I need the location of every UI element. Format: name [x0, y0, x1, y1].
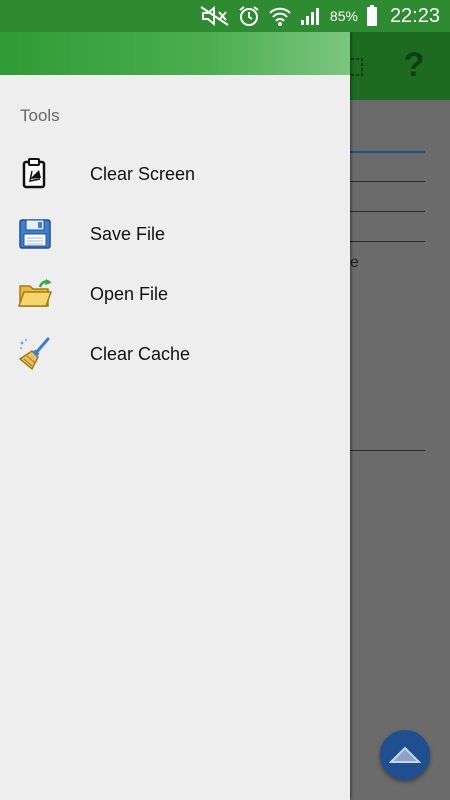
- menu-item-clear-cache[interactable]: Clear Cache: [0, 325, 350, 385]
- alarm-icon: [238, 5, 260, 27]
- help-icon[interactable]: ?: [400, 48, 428, 82]
- floppy-disk-icon: [18, 217, 52, 251]
- drawer-section-title: Tools: [20, 106, 60, 125]
- menu-item-open-file[interactable]: Open File: [0, 265, 350, 325]
- menu-item-label: Save File: [90, 224, 166, 244]
- menu-item-label: Clear Screen: [90, 164, 196, 184]
- status-icons: 85% 22:23: [200, 0, 440, 32]
- menu-item-label: Open File: [90, 284, 169, 304]
- clipboard-icon: [18, 157, 52, 191]
- menu-item-label: Clear Cache: [90, 344, 191, 364]
- battery-icon: [366, 5, 378, 27]
- divider-line: [350, 450, 425, 451]
- open-folder-icon: [17, 277, 53, 311]
- divider-line: [350, 241, 425, 242]
- menu-item-save-file[interactable]: Save File: [0, 205, 350, 265]
- scroll-top-button[interactable]: [380, 730, 430, 780]
- broom-icon: [18, 337, 52, 371]
- divider-line: [350, 211, 425, 212]
- divider-line: [350, 181, 425, 182]
- mute-icon: [200, 6, 230, 26]
- divider-line: [350, 151, 425, 153]
- wifi-icon: [268, 5, 292, 27]
- drawer-header: [0, 32, 350, 75]
- battery-percent: 85%: [329, 8, 358, 24]
- clock: 22:23: [389, 4, 440, 27]
- menu-item-clear-screen[interactable]: Clear Screen: [0, 145, 350, 205]
- signal-icon: [300, 6, 322, 26]
- navigation-drawer: Tools Clear Screen Save File Open File C…: [0, 32, 350, 800]
- partial-text: e: [350, 254, 359, 271]
- status-bar: 85% 22:23: [0, 0, 450, 32]
